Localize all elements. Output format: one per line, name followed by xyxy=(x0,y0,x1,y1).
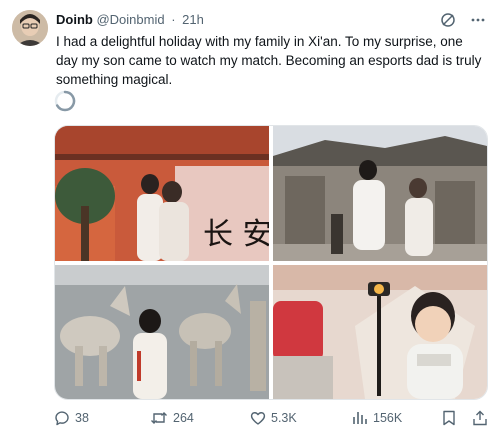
heart-icon xyxy=(250,410,266,426)
photo-child-with-lamp[interactable] xyxy=(273,265,487,399)
tweet-text: I had a delightful holiday with my famil… xyxy=(56,34,482,87)
action-bar: 38 264 5.3K 156K xyxy=(54,410,490,430)
more-options-icon[interactable] xyxy=(470,12,486,28)
like-count: 5.3K xyxy=(271,411,297,425)
views-button[interactable]: 156K xyxy=(352,410,402,426)
grok-icon[interactable] xyxy=(440,12,456,28)
like-button[interactable]: 5.3K xyxy=(250,410,297,426)
retweet-button[interactable]: 264 xyxy=(150,410,194,426)
retweet-count: 264 xyxy=(173,411,194,425)
share-button[interactable] xyxy=(472,410,488,426)
media-grid: 长 安 xyxy=(54,125,488,400)
reply-icon xyxy=(54,410,70,426)
reply-button[interactable]: 38 xyxy=(54,410,89,426)
sign-text: 长 安 xyxy=(203,217,273,252)
photo-terracotta-warriors-museum[interactable] xyxy=(55,265,269,399)
retweet-icon xyxy=(150,410,168,426)
tweet-time[interactable]: 21h xyxy=(182,12,204,27)
author-name[interactable]: Doinb xyxy=(56,12,93,27)
loading-spinner-icon xyxy=(54,90,76,117)
views-icon xyxy=(352,410,368,426)
share-icon xyxy=(472,410,488,426)
photo-couple-at-red-wall[interactable]: 长 安 xyxy=(55,126,273,261)
tweet-header: Doinb @Doinbmid · 21h xyxy=(56,12,488,30)
views-count: 156K xyxy=(373,411,403,425)
reply-count: 38 xyxy=(75,411,89,425)
avatar[interactable] xyxy=(12,10,48,46)
photo-couple-at-city-gate[interactable] xyxy=(273,126,487,261)
bookmark-button[interactable] xyxy=(442,410,456,426)
author-handle[interactable]: @Doinbmid xyxy=(96,12,164,27)
separator: · xyxy=(171,12,176,27)
bookmark-icon xyxy=(442,410,456,426)
header-icons xyxy=(440,12,486,28)
